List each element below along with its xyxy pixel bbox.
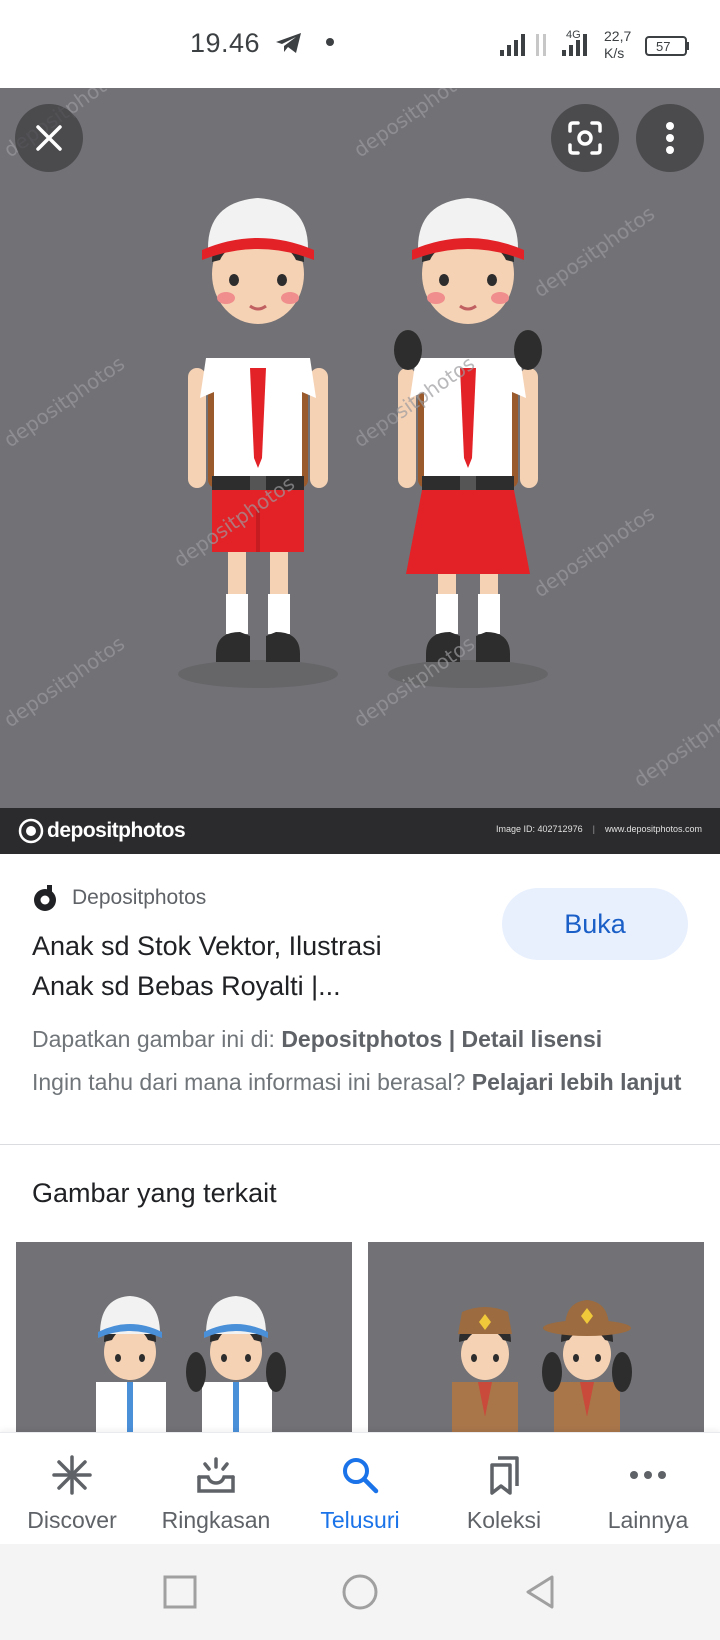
net-speed-unit: K/s <box>604 45 624 61</box>
status-icons: 4G 22,7 K/s 57 <box>500 26 700 62</box>
more-vertical-icon <box>666 122 674 154</box>
home-icon[interactable] <box>340 1572 380 1612</box>
search-icon <box>343 1458 379 1494</box>
svg-text:depositphotos: depositphotos <box>0 631 129 732</box>
more-options-button[interactable] <box>636 104 704 172</box>
svg-text:depositphotos: depositphotos <box>629 691 720 792</box>
system-navigation-bar <box>0 1544 720 1640</box>
nav-label: Telusuri <box>320 1507 400 1533</box>
signal-icon <box>500 34 525 56</box>
license-detail-link[interactable]: Detail lisensi <box>462 1026 603 1052</box>
image-viewer[interactable]: depositphotos depositphotos depositphoto… <box>0 88 720 854</box>
nav-koleksi[interactable]: Koleksi <box>432 1433 576 1544</box>
related-image-scouts <box>452 1300 632 1432</box>
status-bar: 19.46 4G 22,7 K/s 57 <box>0 0 720 88</box>
related-thumbnail[interactable] <box>368 1242 704 1432</box>
svg-text:depositphotos: depositphotos <box>529 501 659 602</box>
related-thumbnail[interactable] <box>16 1242 352 1432</box>
clock-text: 19.46 <box>190 28 261 58</box>
watermarks: depositphotos depositphotos depositphoto… <box>0 88 720 792</box>
telegram-icon <box>276 33 302 53</box>
thumb-kid-2 <box>186 1296 286 1432</box>
thumb-kid-1 <box>96 1296 166 1432</box>
image-id: Image ID: 402712976 <box>496 824 583 834</box>
meta-separator: | <box>592 824 595 834</box>
bookmarks-icon <box>490 1456 519 1495</box>
nav-discover[interactable]: Discover <box>0 1433 144 1544</box>
depositphotos-source-icon <box>34 885 56 911</box>
svg-text:57: 57 <box>656 39 670 54</box>
svg-text:depositphotos: depositphotos <box>0 351 129 452</box>
data-arrows-icon <box>536 34 546 56</box>
nav-ringkasan[interactable]: Ringkasan <box>144 1433 288 1544</box>
section-divider <box>0 1144 720 1145</box>
thumb-scout-2 <box>542 1300 632 1432</box>
result-info: Depositphotos Anak sd Stok Vektor, Ilust… <box>0 854 720 1144</box>
depositphotos-logo-icon <box>18 818 44 844</box>
related-image-students-blue <box>96 1296 286 1432</box>
lens-button[interactable] <box>551 104 619 172</box>
thumb-scout-1 <box>452 1307 518 1432</box>
license-source-link[interactable]: Depositphotos <box>281 1026 442 1052</box>
battery-icon: 57 <box>645 36 689 56</box>
net-speed: 22,7 <box>604 28 631 44</box>
license-prefix: Dapatkan gambar ini di: <box>32 1026 275 1052</box>
boy-shadow <box>178 660 338 688</box>
result-title[interactable]: Anak sd Stok Vektor, Ilustrasi Anak sd B… <box>32 926 442 1006</box>
nav-label: Koleksi <box>466 1507 542 1533</box>
svg-text:depositphotos: depositphotos <box>529 201 659 302</box>
close-icon <box>36 125 62 151</box>
lens-icon <box>568 121 602 155</box>
network-type: 4G <box>566 29 581 41</box>
back-icon[interactable] <box>520 1572 560 1612</box>
school-kids-illustration: depositphotos depositphotos depositphoto… <box>0 88 720 792</box>
nav-lainnya[interactable]: Lainnya <box>576 1433 720 1544</box>
tray-icon <box>197 1457 235 1493</box>
bottom-navigation: Discover Ringkasan Telusuri Koleksi Lain… <box>0 1432 720 1544</box>
learn-more-link[interactable]: Pelajari lebih lanjut <box>472 1069 682 1095</box>
open-button[interactable]: Buka <box>502 888 688 960</box>
nav-label: Lainnya <box>607 1507 689 1533</box>
recent-apps-icon[interactable] <box>160 1572 200 1612</box>
svg-text:depositphotos: depositphotos <box>349 88 479 162</box>
related-heading: Gambar yang terkait <box>32 1178 277 1208</box>
source-name: Depositphotos <box>72 886 207 909</box>
boy-figure <box>188 196 328 662</box>
more-horizontal-icon <box>630 1471 666 1479</box>
logo-text: depositphotos <box>47 819 186 842</box>
learn-more-line: Ingin tahu dari mana informasi ini beras… <box>32 1066 692 1098</box>
nav-label: Ringkasan <box>161 1507 271 1533</box>
nav-telusuri[interactable]: Telusuri <box>288 1433 432 1544</box>
status-time: 19.46 <box>190 28 342 59</box>
nav-label: Discover <box>27 1507 117 1533</box>
source-row[interactable]: Depositphotos <box>32 884 206 912</box>
license-line: Dapatkan gambar ini di: Depositphotos | … <box>32 1026 602 1053</box>
image-site: www.depositphotos.com <box>604 824 702 834</box>
notification-dot-icon <box>326 38 335 46</box>
image-meta: Image ID: 402712976 | www.depositphotos.… <box>496 824 702 834</box>
girl-figure <box>394 196 542 662</box>
license-separator: | <box>448 1026 456 1052</box>
asterisk-icon <box>52 1455 92 1495</box>
depositphotos-logo: depositphotos <box>18 818 186 844</box>
learn-prefix: Ingin tahu dari mana informasi ini beras… <box>32 1069 466 1095</box>
close-button[interactable] <box>15 104 83 172</box>
image-footer-bar: depositphotos Image ID: 402712976 | www.… <box>0 808 720 854</box>
